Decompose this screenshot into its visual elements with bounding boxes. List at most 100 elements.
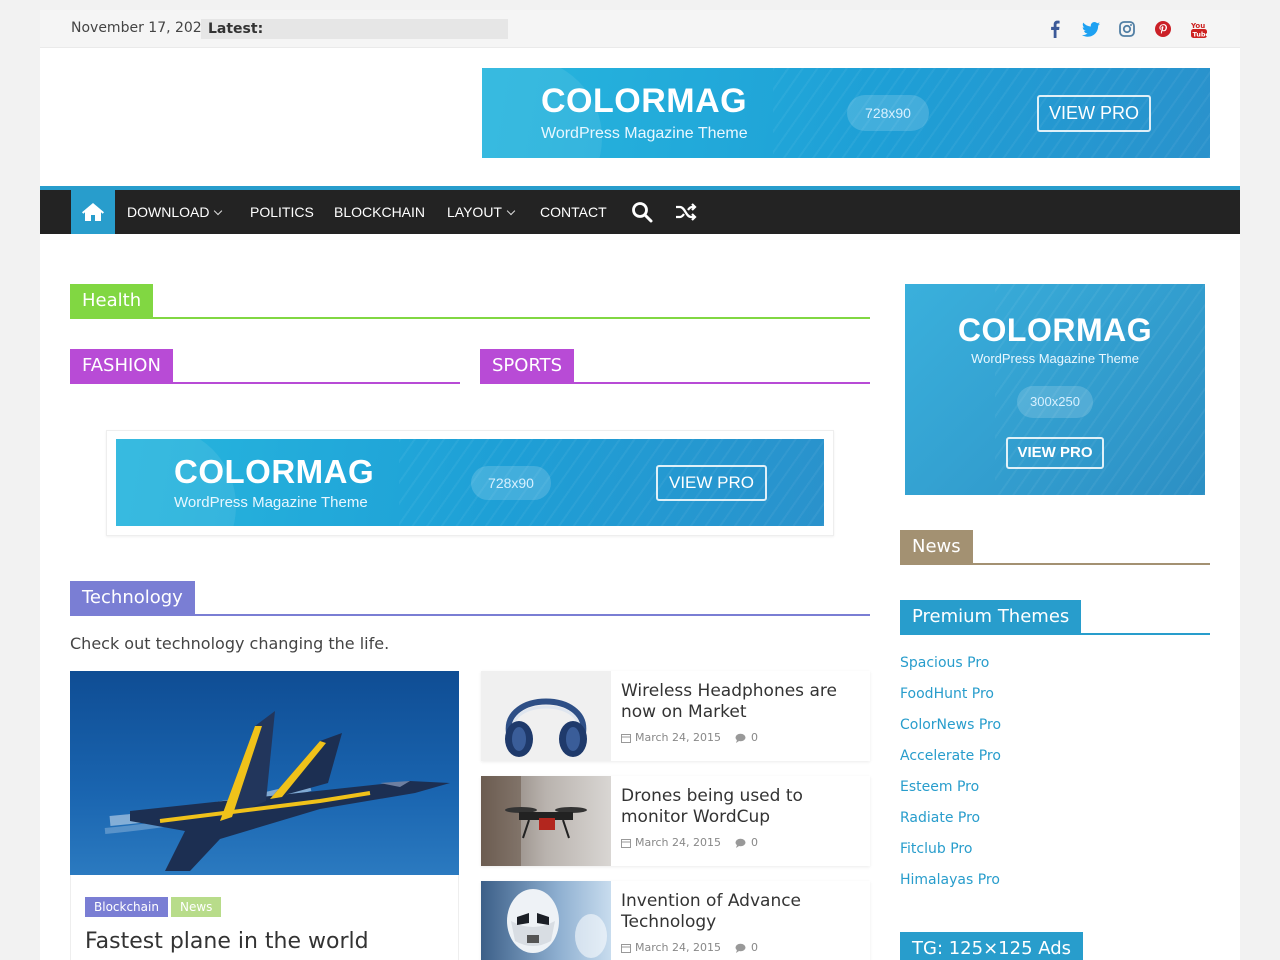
ad-subtitle: WordPress Magazine Theme	[174, 494, 368, 511]
pinterest-icon[interactable]	[1153, 19, 1173, 39]
theme-link[interactable]: Fitclub Pro	[900, 841, 972, 857]
post-item: Drones being used to monitor WordCup Mar…	[481, 776, 870, 866]
content-ad-banner[interactable]: COLORMAG WordPress Magazine Theme 728x90…	[116, 439, 824, 526]
theme-link[interactable]: FoodHunt Pro	[900, 686, 994, 702]
ad-subtitle: WordPress Magazine Theme	[541, 125, 748, 142]
search-icon[interactable]	[630, 200, 654, 224]
facebook-icon[interactable]	[1045, 19, 1065, 39]
nav-item-blockchain[interactable]: BLOCKCHAIN	[334, 190, 425, 234]
section-title[interactable]: News	[900, 530, 973, 563]
top-bar: November 17, 2022 Latest: YouTube	[40, 10, 1240, 48]
jet-image	[104, 711, 450, 871]
nav-item-layout[interactable]: LAYOUT	[447, 190, 516, 234]
ad-title: COLORMAG	[541, 82, 748, 120]
ad-size: 728x90	[847, 95, 929, 131]
ad-view-pro-button[interactable]: VIEW PRO	[1006, 437, 1104, 469]
post-date[interactable]: March 24, 2015	[635, 941, 721, 954]
theme-link[interactable]: Spacious Pro	[900, 655, 989, 671]
page: November 17, 2022 Latest: YouTube COLORM…	[40, 10, 1240, 960]
nav-item-label: CONTACT	[540, 204, 607, 220]
feature-post-title[interactable]: Fastest plane in the world	[85, 929, 369, 954]
divider	[480, 382, 870, 384]
calendar-icon	[621, 838, 631, 848]
nav-item-politics[interactable]: POLITICS	[250, 190, 314, 234]
divider	[70, 317, 870, 319]
drone-image	[481, 776, 587, 866]
nav-item-label: BLOCKCHAIN	[334, 204, 426, 220]
section-sports-header: SPORTS	[480, 349, 870, 384]
comment-count[interactable]: 0	[751, 731, 758, 744]
post-thumbnail[interactable]	[481, 671, 611, 761]
nav-item-label: LAYOUT	[447, 204, 502, 220]
theme-link[interactable]: Himalayas Pro	[900, 872, 1000, 888]
youtube-icon[interactable]: YouTube	[1189, 19, 1209, 39]
comment-count[interactable]: 0	[751, 941, 758, 954]
nav-item-download[interactable]: DOWNLOAD	[127, 190, 223, 234]
post-meta: March 24, 2015 0	[621, 941, 758, 954]
headphones-image	[505, 698, 587, 757]
section-title[interactable]: Technology	[70, 581, 195, 614]
calendar-icon	[621, 943, 631, 953]
ad-title: COLORMAG	[174, 453, 375, 490]
post-item: Wireless Headphones are now on Market Ma…	[481, 671, 870, 761]
sidebar-ad-banner[interactable]: COLORMAG WordPress Magazine Theme 300x25…	[905, 284, 1205, 495]
post-title[interactable]: Invention of Advance Technology	[621, 891, 861, 933]
instagram-icon[interactable]	[1117, 19, 1137, 39]
comment-icon	[735, 838, 746, 848]
svg-text:Tube: Tube	[1193, 30, 1208, 38]
section-fashion-header: FASHION	[70, 349, 460, 384]
theme-link[interactable]: Accelerate Pro	[900, 748, 1001, 764]
post-title[interactable]: Drones being used to monitor WordCup	[621, 786, 861, 828]
section-technology-header: Technology	[70, 581, 870, 616]
nav-item-label: POLITICS	[250, 204, 314, 220]
theme-link[interactable]: Esteem Pro	[900, 779, 979, 795]
post-item: Invention of Advance Technology March 24…	[481, 881, 870, 960]
post-thumbnail[interactable]	[481, 881, 611, 960]
category-tag-news[interactable]: News	[171, 897, 222, 917]
post-meta: March 24, 2015 0	[621, 836, 758, 849]
svg-text:You: You	[1191, 22, 1205, 30]
sidebar-news-header: News	[900, 530, 1210, 565]
section-title: TG: 125×125 Ads	[900, 932, 1084, 960]
divider	[900, 633, 1210, 635]
ad-size: 300x250	[1017, 386, 1093, 418]
comment-count[interactable]: 0	[751, 836, 758, 849]
section-health-header: Health	[70, 284, 870, 319]
ad-subtitle: WordPress Magazine Theme	[971, 351, 1139, 366]
current-date: November 17, 2022	[71, 20, 211, 36]
latest-ticker: Latest:	[201, 19, 508, 39]
comment-icon	[735, 733, 746, 743]
ad-size: 728x90	[471, 466, 551, 500]
section-title[interactable]: SPORTS	[480, 349, 575, 382]
section-description: Check out technology changing the life.	[70, 634, 390, 653]
nav-item-contact[interactable]: CONTACT	[540, 190, 607, 234]
ad-view-pro-button[interactable]: VIEW PRO	[656, 465, 767, 501]
latest-label: Latest:	[208, 21, 264, 37]
main-navigation: DOWNLOAD POLITICS BLOCKCHAIN LAYOUT CONT…	[40, 186, 1240, 234]
post-title[interactable]: Wireless Headphones are now on Market	[621, 681, 861, 723]
random-post-icon[interactable]	[674, 200, 698, 224]
post-meta: March 24, 2015 0	[621, 731, 758, 744]
section-title[interactable]: FASHION	[70, 349, 173, 382]
comment-icon	[735, 943, 746, 953]
ad-view-pro-button[interactable]: VIEW PRO	[1037, 95, 1151, 132]
header-ad-banner[interactable]: COLORMAG WordPress Magazine Theme 728x90…	[482, 68, 1210, 158]
category-tag-blockchain[interactable]: Blockchain	[85, 897, 168, 917]
chevron-down-icon	[214, 206, 223, 216]
stormtrooper-image	[507, 889, 607, 958]
post-date[interactable]: March 24, 2015	[635, 836, 721, 849]
home-icon[interactable]	[71, 190, 115, 234]
post-thumbnail[interactable]	[481, 776, 611, 866]
sidebar-premium-header: Premium Themes	[900, 600, 1210, 635]
theme-link[interactable]: ColorNews Pro	[900, 717, 1001, 733]
chevron-down-icon	[506, 206, 516, 216]
sidebar-tg-ads-header: TG: 125×125 Ads	[900, 932, 1210, 960]
post-date[interactable]: March 24, 2015	[635, 731, 721, 744]
divider	[900, 563, 1210, 565]
twitter-icon[interactable]	[1081, 19, 1101, 39]
theme-link[interactable]: Radiate Pro	[900, 810, 980, 826]
calendar-icon	[621, 733, 631, 743]
section-title[interactable]: Health	[70, 284, 154, 317]
nav-item-label: DOWNLOAD	[127, 204, 210, 220]
feature-post-image[interactable]	[70, 671, 459, 875]
